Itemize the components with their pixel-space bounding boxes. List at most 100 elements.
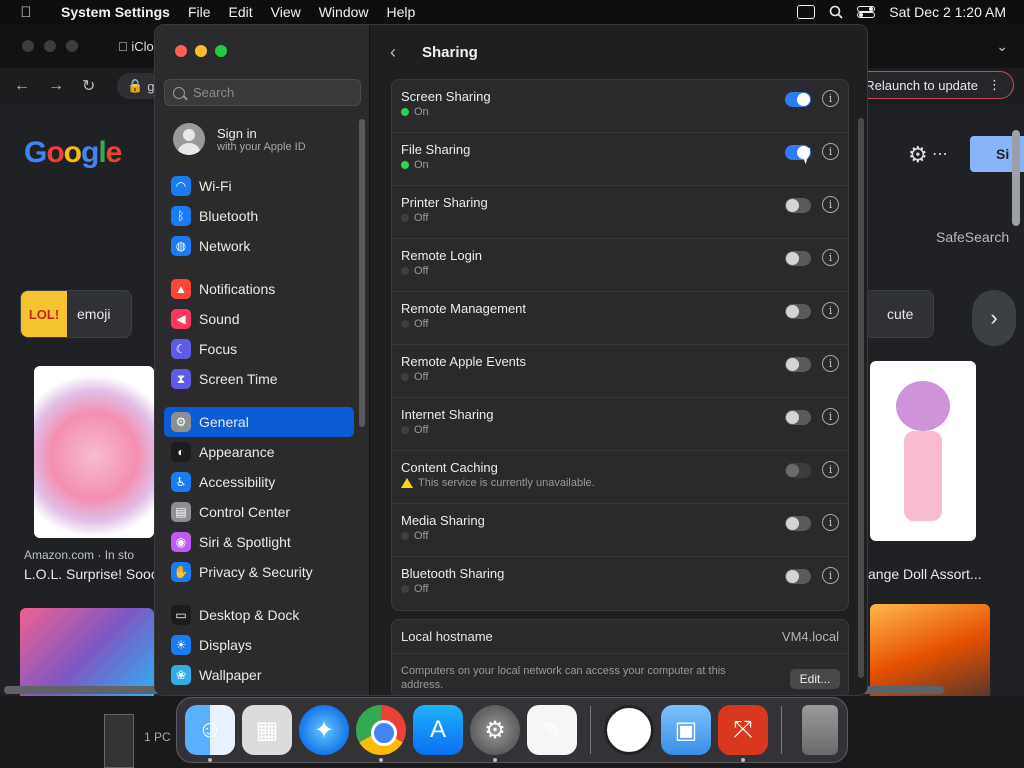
safesearch-link[interactable]: SafeSearch bbox=[936, 229, 1009, 245]
status-dot-icon bbox=[401, 585, 409, 593]
service-name: Remote Management bbox=[401, 301, 527, 316]
sidebar-item-screen-time[interactable]: ⧗ Screen Time bbox=[164, 364, 354, 394]
result-title-right[interactable]: ange Doll Assort... bbox=[868, 566, 982, 582]
menu-file[interactable]: File bbox=[179, 4, 220, 20]
sidebar-item-siri-spotlight[interactable]: ◉ Siri & Spotlight bbox=[164, 527, 354, 557]
local-hostname-section: Local hostname VM4.local Computers on yo… bbox=[391, 619, 849, 695]
forward-arrow-icon[interactable]: → bbox=[48, 77, 64, 95]
edit-hostname-button[interactable]: Edit... bbox=[790, 669, 840, 689]
sidebar-item-appearance[interactable]: ◐ Appearance bbox=[164, 437, 354, 467]
page-title: Sharing bbox=[422, 43, 478, 61]
sidebar-item-focus[interactable]: ☾ Focus bbox=[164, 334, 354, 364]
apps-grid-icon[interactable]: ⋯ bbox=[932, 144, 948, 164]
image-result-lol-ball[interactable] bbox=[34, 366, 154, 538]
app-store-app[interactable]: A bbox=[413, 705, 463, 755]
menu-window[interactable]: Window bbox=[310, 4, 378, 20]
remote-desktop-app[interactable]: ⤧ bbox=[718, 705, 768, 762]
toggle-remote-management[interactable] bbox=[785, 304, 811, 319]
more-options-icon[interactable]: ⋮ bbox=[988, 77, 1001, 93]
toggle-screen-sharing[interactable] bbox=[785, 92, 811, 107]
minimize-window-button[interactable] bbox=[195, 45, 207, 57]
close-window-button[interactable] bbox=[175, 45, 187, 57]
back-chevron-icon[interactable]: ‹ bbox=[390, 42, 406, 63]
zoom-window-button[interactable] bbox=[215, 45, 227, 57]
sidebar-item-control-center[interactable]: ▤ Control Center bbox=[164, 497, 354, 527]
service-name: Remote Apple Events bbox=[401, 354, 527, 369]
sidebar-item-privacy-security[interactable]: ✋ Privacy & Security bbox=[164, 557, 354, 587]
info-icon[interactable]: i bbox=[822, 196, 839, 213]
info-icon[interactable]: i bbox=[822, 143, 839, 160]
launchpad-app[interactable]: ▦ bbox=[242, 705, 292, 755]
preview-app[interactable]: ▣ bbox=[661, 705, 711, 755]
control-center-icon[interactable] bbox=[857, 6, 876, 18]
info-icon[interactable]: i bbox=[822, 567, 839, 584]
finder-app[interactable]: ☺ bbox=[185, 705, 235, 762]
clock-app[interactable]: ◷ bbox=[604, 705, 654, 755]
status-dot-icon bbox=[401, 426, 409, 434]
sidebar-item-wi-fi[interactable]: ◠ Wi-Fi bbox=[164, 171, 354, 201]
menu-app-name[interactable]: System Settings bbox=[52, 4, 179, 20]
info-icon[interactable]: i bbox=[822, 90, 839, 107]
reload-icon[interactable]: ↻ bbox=[82, 76, 95, 96]
sidebar-item-displays[interactable]: ☀ Displays bbox=[164, 630, 354, 660]
info-icon[interactable]: i bbox=[822, 461, 839, 478]
google-logo[interactable]: Google bbox=[24, 136, 122, 170]
info-icon[interactable]: i bbox=[822, 249, 839, 266]
result-source[interactable]: Amazon.com · In sto bbox=[24, 548, 134, 562]
settings-gear-icon[interactable]: ⚙ bbox=[908, 142, 928, 168]
sidebar-item-sound[interactable]: ◀ Sound bbox=[164, 304, 354, 334]
service-status: Off bbox=[401, 265, 848, 277]
search-chip-cute[interactable]: cute bbox=[864, 290, 934, 338]
tab-list-chevron-icon[interactable]: ⌄ bbox=[996, 38, 1008, 55]
textedit-app[interactable]: ✎ bbox=[527, 705, 577, 755]
toggle-media-sharing[interactable] bbox=[785, 516, 811, 531]
screen-mirroring-icon[interactable] bbox=[797, 5, 816, 19]
spotlight-search-icon[interactable] bbox=[829, 5, 843, 19]
menu-clock[interactable]: Sat Dec 2 1:20 AM bbox=[889, 4, 1006, 20]
safari-app[interactable]: ✦ bbox=[299, 705, 349, 755]
display-icon: ☀ bbox=[171, 635, 191, 655]
apple-menu-icon[interactable]:  bbox=[0, 4, 52, 21]
image-result-phoenix[interactable] bbox=[870, 604, 990, 696]
sidebar-item-accessibility[interactable]: ♿ Accessibility bbox=[164, 467, 354, 497]
toggle-bluetooth-sharing[interactable] bbox=[785, 569, 811, 584]
system-settings-app[interactable]: ⚙ bbox=[470, 705, 520, 762]
info-icon[interactable]: i bbox=[822, 302, 839, 319]
sidebar-search-input[interactable]: Search bbox=[164, 79, 361, 106]
sidebar-scrollbar[interactable] bbox=[359, 119, 365, 427]
image-result-movie-night[interactable] bbox=[20, 608, 154, 696]
back-arrow-icon[interactable]: ← bbox=[14, 77, 30, 95]
sidebar-item-desktop-dock[interactable]: ▭ Desktop & Dock bbox=[164, 600, 354, 630]
chip-next-chevron-icon[interactable]: › bbox=[972, 290, 1016, 346]
toggle-printer-sharing[interactable] bbox=[785, 198, 811, 213]
toggle-remote-apple-events[interactable] bbox=[785, 357, 811, 372]
sidebar-item-general[interactable]: ⚙ General bbox=[164, 407, 354, 437]
chip-label: emoji bbox=[77, 306, 111, 322]
pane-header: ‹ Sharing bbox=[370, 25, 867, 79]
info-icon[interactable]: i bbox=[822, 514, 839, 531]
trash-icon[interactable] bbox=[802, 705, 838, 755]
toggle-remote-login[interactable] bbox=[785, 251, 811, 266]
info-icon[interactable]: i bbox=[822, 408, 839, 425]
status-dot-icon bbox=[401, 214, 409, 222]
service-status-text: Off bbox=[414, 371, 429, 383]
info-icon[interactable]: i bbox=[822, 355, 839, 372]
service-status-text: Off bbox=[414, 212, 429, 224]
sidebar-item-network[interactable]: ◍ Network bbox=[164, 231, 354, 261]
toggle-knob bbox=[797, 93, 810, 106]
menu-edit[interactable]: Edit bbox=[220, 4, 262, 20]
apple-id-signin[interactable]: Sign in with your Apple ID bbox=[164, 117, 354, 161]
result-title[interactable]: L.O.L. Surprise! Sooo bbox=[24, 566, 159, 582]
image-result-doll[interactable] bbox=[870, 361, 976, 541]
vertical-scrollbar[interactable] bbox=[1012, 130, 1020, 226]
sidebar-item-bluetooth[interactable]: ᛒ Bluetooth bbox=[164, 201, 354, 231]
menu-help[interactable]: Help bbox=[378, 4, 425, 20]
chrome-app[interactable] bbox=[356, 705, 406, 762]
menu-view[interactable]: View bbox=[262, 4, 310, 20]
relaunch-to-update-button[interactable]: Relaunch to update ⋮ bbox=[852, 71, 1014, 99]
toggle-internet-sharing[interactable] bbox=[785, 410, 811, 425]
search-chip-emoji[interactable]: LOL! emoji bbox=[20, 290, 132, 338]
sidebar-item-wallpaper[interactable]: ❀ Wallpaper bbox=[164, 660, 354, 690]
sharing-pane-scrollbar[interactable] bbox=[858, 118, 864, 678]
sidebar-item-notifications[interactable]: ▲ Notifications bbox=[164, 274, 354, 304]
